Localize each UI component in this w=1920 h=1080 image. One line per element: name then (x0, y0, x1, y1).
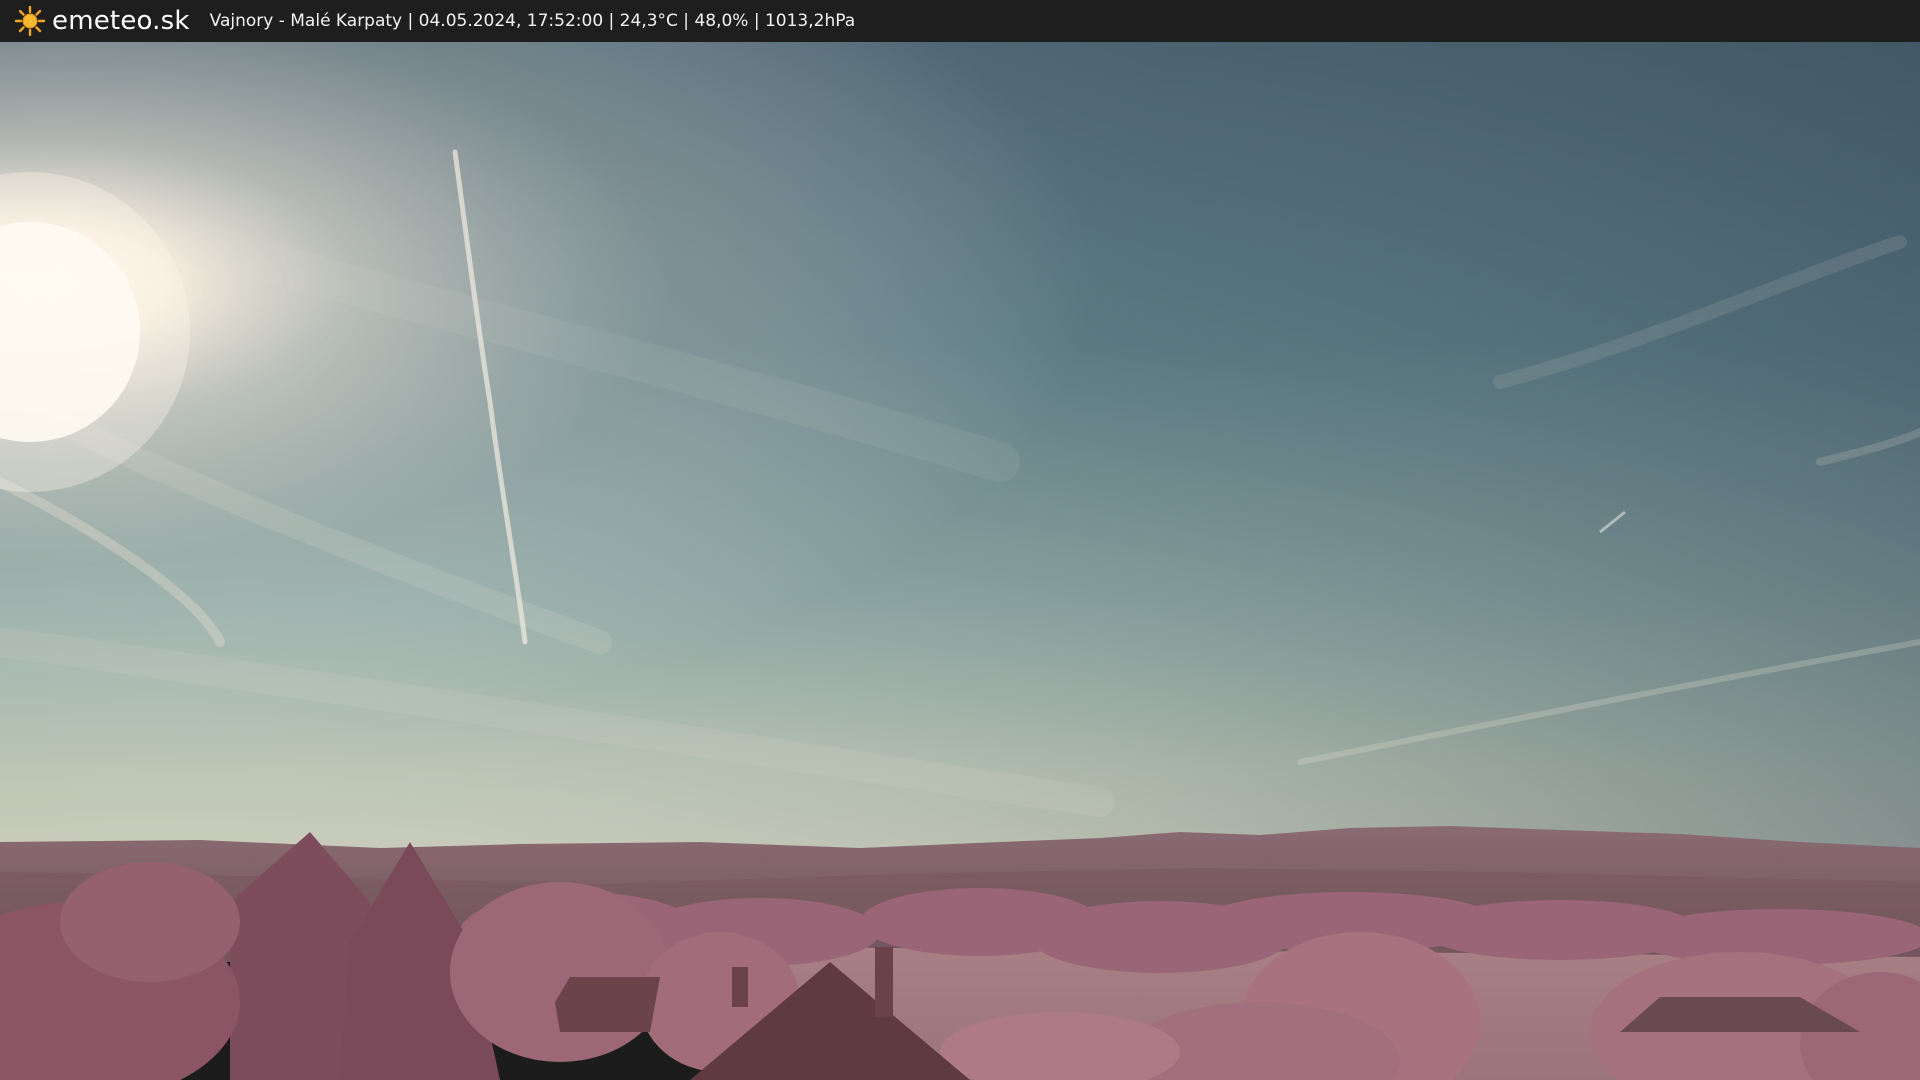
station-caption: Vajnory - Malé Karpaty | 04.05.2024, 17:… (209, 11, 856, 31)
info-bar: emeteo.sk Vajnory - Malé Karpaty | 04.05… (0, 0, 1920, 42)
landscape-scene (0, 42, 1920, 1080)
webcam-image (0, 42, 1920, 1080)
site-logo[interactable]: emeteo.sk (14, 0, 190, 42)
webcam-frame: emeteo.sk Vajnory - Malé Karpaty | 04.05… (0, 0, 1920, 1080)
logo-text: emeteo.sk (52, 6, 190, 36)
sun-icon (14, 5, 46, 37)
